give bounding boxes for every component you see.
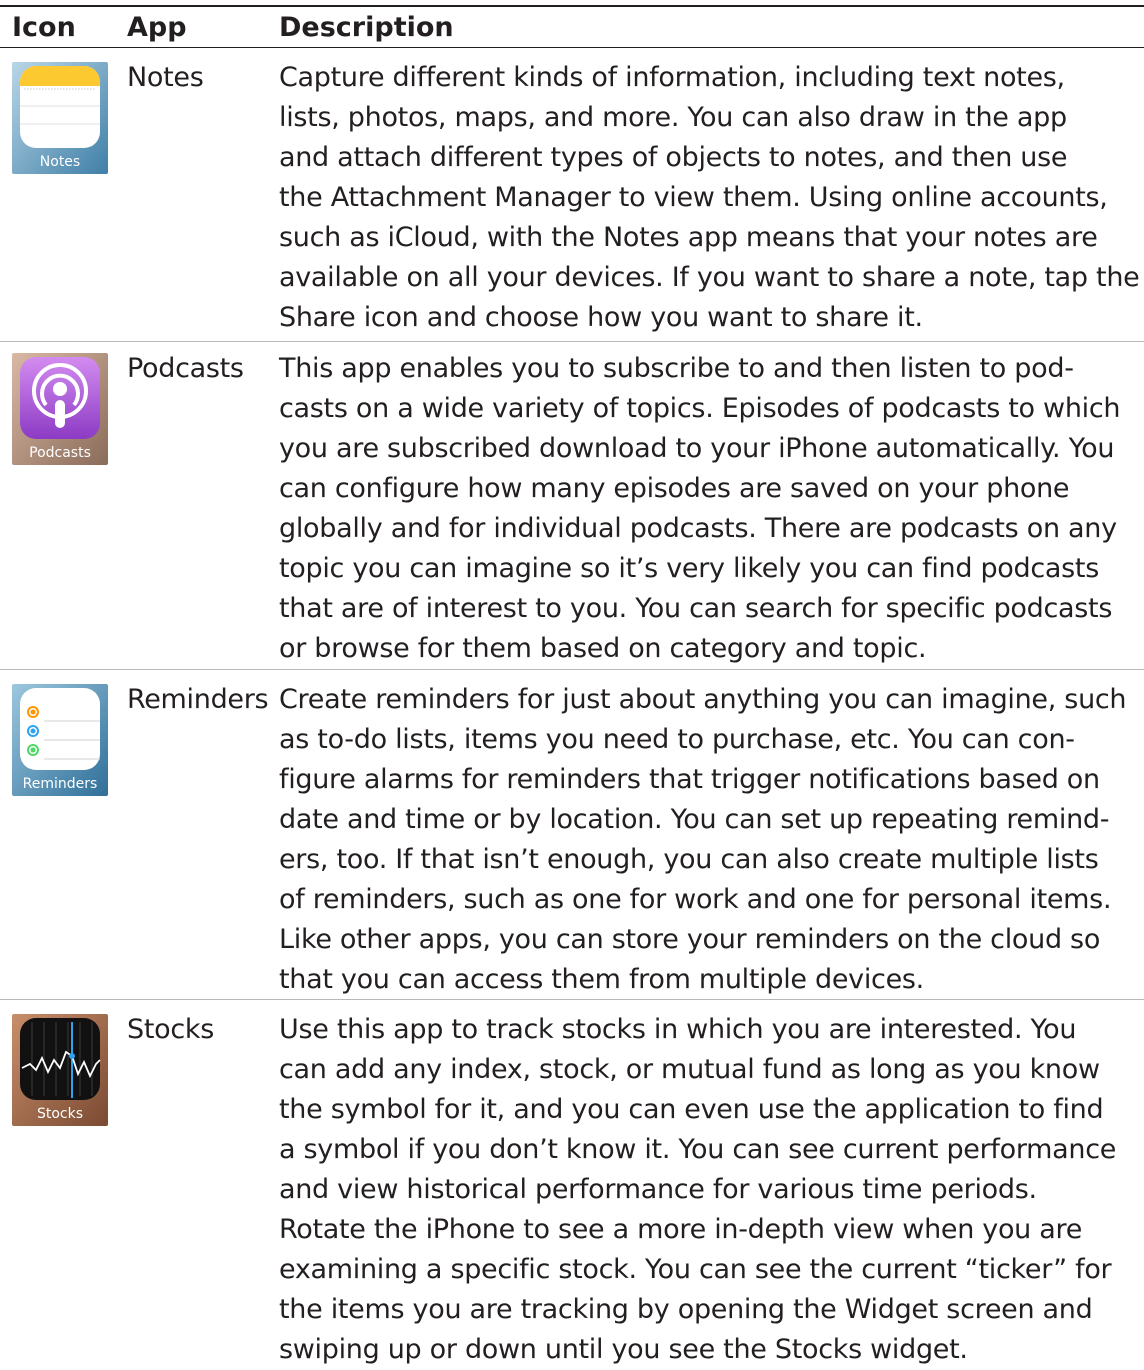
app-table: Icon App Description Notes Notes Capture… (0, 0, 1144, 1365)
description-line: figure alarms for reminders that trigger… (279, 764, 1100, 795)
description-line: such as iCloud, with the Notes app means… (279, 222, 1098, 253)
header-rule (0, 47, 1144, 48)
app-description: Capture different kinds of information, … (279, 58, 1141, 338)
description-line: ers, too. If that isn’t enough, you can … (279, 844, 1099, 875)
description-line: as to-do lists, items you need to purcha… (279, 724, 1075, 755)
description-line: and attach different types of objects to… (279, 142, 1068, 173)
description-line: the symbol for it, and you can even use … (279, 1094, 1104, 1125)
row-divider (0, 341, 1144, 342)
notes-app-icon: Notes (12, 62, 108, 174)
app-description: This app enables you to subscribe to and… (279, 349, 1141, 669)
description-line: date and time or by location. You can se… (279, 804, 1110, 835)
description-line: Rotate the iPhone to see a more in-depth… (279, 1214, 1083, 1245)
table-row: Podcasts Podcasts This app enables you t… (0, 347, 1144, 670)
description-line: Create reminders for just about anything… (279, 684, 1127, 715)
description-line: or browse for them based on category and… (279, 633, 927, 664)
description-line: topic you can imagine so it’s very likel… (279, 553, 1099, 584)
description-line: can configure how many episodes are save… (279, 473, 1070, 504)
description-line: globally and for individual podcasts. Th… (279, 513, 1117, 544)
table-row: Stocks Stocks Use this app to track stoc… (0, 1008, 1144, 1365)
row-divider (0, 669, 1144, 670)
stocks-app-icon: Stocks (12, 1014, 108, 1126)
description-line: This app enables you to subscribe to and… (279, 353, 1074, 384)
description-line: Share icon and choose how you want to sh… (279, 302, 923, 333)
reminders-app-icon: Reminders (12, 684, 108, 796)
description-line: swiping up or down until you see the Sto… (279, 1334, 968, 1365)
icon-caption: Reminders (22, 776, 98, 792)
description-line: casts on a wide variety of topics. Episo… (279, 393, 1121, 424)
description-line: Capture different kinds of information, … (279, 62, 1065, 93)
description-line: of reminders, such as one for work and o… (279, 884, 1112, 915)
app-name: Notes (127, 62, 204, 93)
description-line: lists, photos, maps, and more. You can a… (279, 102, 1067, 133)
icon-caption: Notes (39, 154, 81, 170)
description-line: you are subscribed download to your iPho… (279, 433, 1115, 464)
description-line: examining a specific stock. You can see … (279, 1254, 1112, 1285)
podcasts-app-icon: Podcasts (12, 353, 108, 465)
icon-caption: Stocks (36, 1106, 84, 1122)
app-description: Create reminders for just about anything… (279, 680, 1141, 1000)
description-line: Like other apps, you can store your remi… (279, 924, 1101, 955)
description-line: available on all your devices. If you wa… (279, 262, 1140, 293)
description-line: that are of interest to you. You can sea… (279, 593, 1113, 624)
table-row: Reminders Reminders Create reminders for… (0, 678, 1144, 1000)
description-line: can add any index, stock, or mutual fund… (279, 1054, 1100, 1085)
table-row: Notes Notes Capture different kinds of i… (0, 56, 1144, 342)
description-line: that you can access them from multiple d… (279, 964, 924, 995)
description-line: the items you are tracking by opening th… (279, 1294, 1093, 1325)
app-name: Podcasts (127, 353, 244, 384)
description-line: a symbol if you don’t know it. You can s… (279, 1134, 1117, 1165)
header-description: Description (279, 12, 454, 43)
app-name: Reminders (127, 684, 269, 715)
app-name: Stocks (127, 1014, 214, 1045)
row-divider (0, 999, 1144, 1000)
description-line: Use this app to track stocks in which yo… (279, 1014, 1077, 1045)
app-description: Use this app to track stocks in which yo… (279, 1010, 1141, 1370)
header-icon: Icon (12, 12, 76, 43)
description-line: and view historical performance for vari… (279, 1174, 1037, 1205)
table-top-rule (0, 5, 1144, 7)
icon-caption: Podcasts (29, 445, 91, 461)
description-line: the Attachment Manager to view them. Usi… (279, 182, 1108, 213)
header-app: App (127, 12, 187, 43)
